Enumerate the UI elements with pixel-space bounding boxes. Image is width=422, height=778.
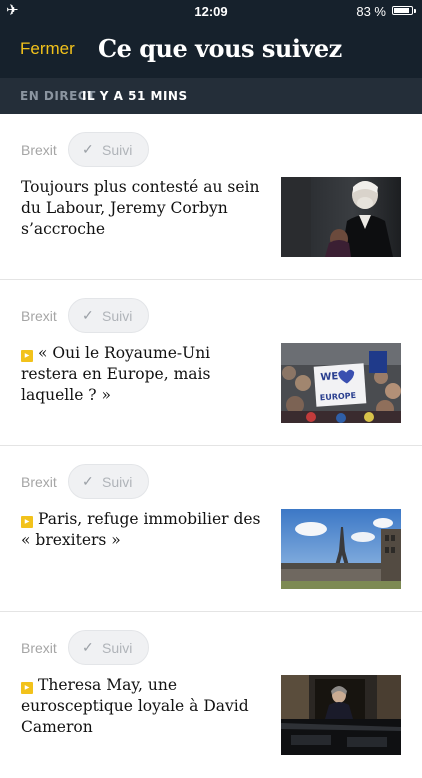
follow-label: Suivi <box>102 142 133 158</box>
portrait-photo <box>281 177 401 257</box>
article-thumbnail[interactable] <box>281 177 401 257</box>
article-list: Brexit ✓ Suivi Toujours plus contesté au… <box>0 114 422 778</box>
follow-label: Suivi <box>102 640 133 656</box>
article-item[interactable]: Brexit ✓ Suivi ▶ Paris, refuge immobilier… <box>0 446 422 612</box>
headline-text: Toujours plus contesté au sein du Labour… <box>21 178 260 238</box>
checkmark-icon: ✓ <box>82 307 94 323</box>
headline-text: Paris, refuge immobilier des « brexiters… <box>21 510 261 549</box>
headline-text: « Oui le Royaume-Uni restera en Europe, … <box>21 344 211 404</box>
follow-button[interactable]: ✓ Suivi <box>68 464 149 499</box>
article-thumbnail[interactable]: WE EUROPE <box>281 343 401 423</box>
page-title: Ce que vous suivez <box>98 34 342 63</box>
article-item[interactable]: Brexit ✓ Suivi ▶ « Oui le Royaume-Uni res… <box>0 280 422 446</box>
article-headline[interactable]: Toujours plus contesté au sein du Labour… <box>21 177 267 240</box>
close-button[interactable]: Fermer <box>20 39 75 59</box>
checkmark-icon: ✓ <box>82 473 94 489</box>
live-badge-icon: ▶ <box>21 350 33 362</box>
article-headline[interactable]: ▶ Paris, refuge immobilier des « brexiter… <box>21 509 267 551</box>
article-item[interactable]: Brexit ✓ Suivi ▶ Theresa May, une eurosce… <box>0 612 422 778</box>
live-badge-icon: ▶ <box>21 516 33 528</box>
checkmark-icon: ✓ <box>82 639 94 655</box>
article-headline[interactable]: ▶ « Oui le Royaume-Uni restera en Europe,… <box>21 343 267 406</box>
follow-button[interactable]: ✓ Suivi <box>68 630 149 665</box>
topic-tag: Brexit <box>21 142 57 158</box>
follow-label: Suivi <box>102 308 133 324</box>
headline-text: Theresa May, une eurosceptique loyale à … <box>21 676 249 736</box>
nav-bar: Fermer Ce que vous suivez <box>0 22 422 78</box>
live-banner[interactable]: EN DIRECT IL Y A 51 MINS <box>0 78 422 114</box>
topic-tag: Brexit <box>21 474 57 490</box>
politician-car-photo <box>281 675 401 755</box>
article-item[interactable]: Brexit ✓ Suivi Toujours plus contesté au… <box>0 114 422 280</box>
battery-percentage: 83 % <box>356 4 386 19</box>
topic-tag: Brexit <box>21 640 57 656</box>
article-headline[interactable]: ▶ Theresa May, une eurosceptique loyale à… <box>21 675 267 738</box>
live-time: IL Y A 51 MINS <box>82 89 188 103</box>
sign-text: WE <box>320 371 339 383</box>
status-bar: ✈ 12:09 83 % <box>0 0 422 22</box>
follow-button[interactable]: ✓ Suivi <box>68 132 149 167</box>
battery-icon <box>392 6 416 15</box>
article-thumbnail[interactable] <box>281 509 401 589</box>
follow-button[interactable]: ✓ Suivi <box>68 298 149 333</box>
topic-tag: Brexit <box>21 308 57 324</box>
checkmark-icon: ✓ <box>82 141 94 157</box>
article-thumbnail[interactable] <box>281 675 401 755</box>
follow-label: Suivi <box>102 474 133 490</box>
protest-photo: WE EUROPE <box>281 343 401 423</box>
eiffel-tower-photo <box>281 509 401 589</box>
live-badge-icon: ▶ <box>21 682 33 694</box>
